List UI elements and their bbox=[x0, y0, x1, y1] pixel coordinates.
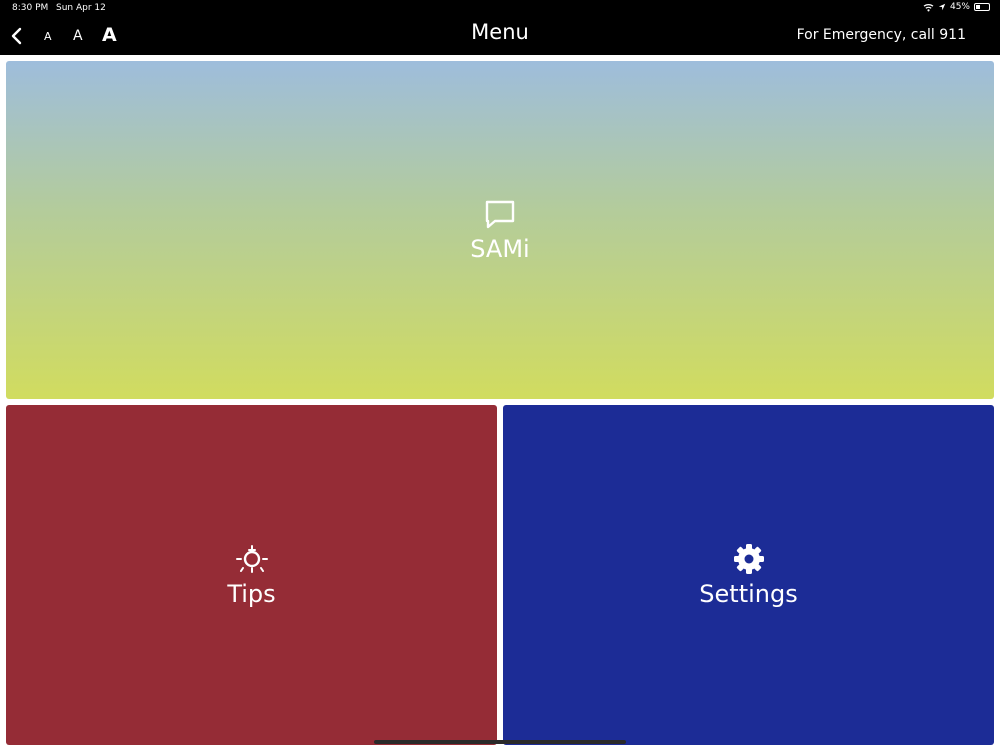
emergency-notice: For Emergency, call 911 bbox=[796, 27, 966, 43]
status-time: 8:30 PM bbox=[12, 3, 49, 13]
location-arrow-icon bbox=[938, 3, 946, 11]
chat-bubble-icon bbox=[485, 200, 515, 229]
status-indicators: 45% bbox=[923, 2, 990, 12]
settings-tile[interactable]: Settings bbox=[503, 405, 994, 745]
sami-label: SAMi bbox=[470, 235, 530, 263]
sami-tile[interactable]: SAMi bbox=[6, 61, 994, 399]
battery-level bbox=[976, 5, 981, 9]
battery-percent: 45% bbox=[949, 2, 970, 12]
wifi-icon bbox=[923, 3, 934, 11]
tips-label: Tips bbox=[227, 580, 276, 608]
menu-screen: 8:30 PM Sun Apr 12 45% A A A Menu For Em… bbox=[0, 0, 1000, 750]
tips-tile[interactable]: Tips bbox=[6, 405, 497, 745]
gear-icon bbox=[733, 544, 764, 574]
lightbulb-icon bbox=[235, 545, 268, 573]
home-indicator[interactable] bbox=[374, 740, 626, 744]
battery-icon bbox=[974, 3, 990, 11]
settings-label: Settings bbox=[699, 580, 798, 608]
status-date: Sun Apr 12 bbox=[56, 3, 106, 13]
top-bar: 8:30 PM Sun Apr 12 45% A A A Menu For Em… bbox=[0, 0, 1000, 55]
